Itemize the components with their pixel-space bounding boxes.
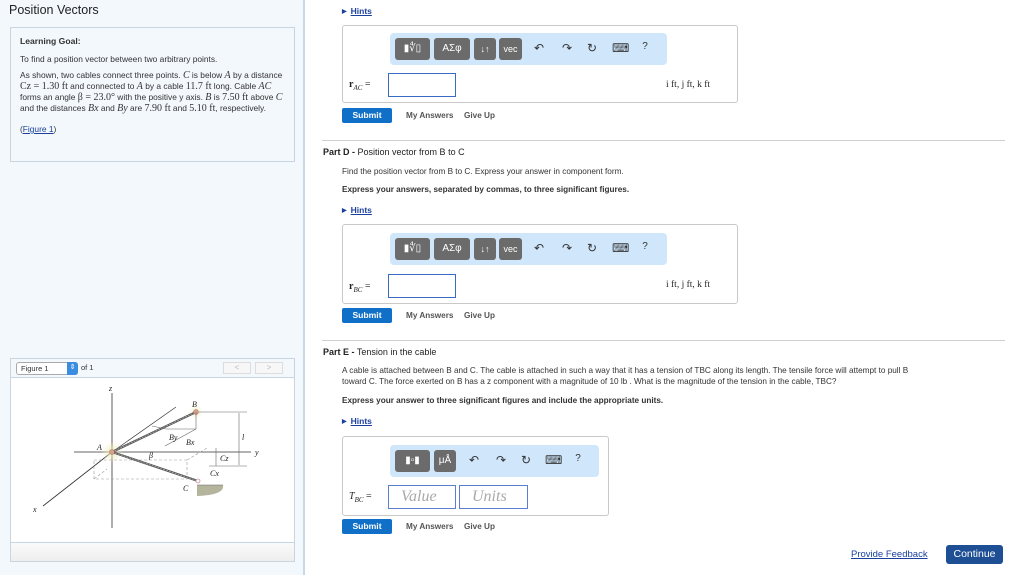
point-b-label: B [192,400,197,409]
help-icon[interactable]: ? [638,241,652,252]
part-e-answer-box: ▮▫▮ μÅ ↶ ↷ ↻ ⌨ ? TBC = Value Units [342,436,609,516]
part-c-equation-label: rAC = [349,79,371,92]
divider [322,340,1005,341]
redo-icon[interactable]: ↷ [560,241,574,255]
part-d-units: i ft, j ft, k ft [666,280,711,290]
part-d-answer-input[interactable] [388,274,456,298]
left-panel: Position Vectors Learning Goal: To find … [0,0,305,575]
part-c-submit-button[interactable]: Submit [342,108,392,123]
part-d-submit-button[interactable]: Submit [342,308,392,323]
part-e-instruction: Express your answer to three significant… [342,396,664,405]
part-e-units-toolbar: ▮▫▮ μÅ ↶ ↷ ↻ ⌨ ? [390,445,599,477]
part-c-hints-toggle[interactable]: ▶ Hints [342,6,372,16]
bx-label: Bx [186,438,195,447]
help-icon[interactable]: ? [571,453,585,464]
figure-select[interactable]: Figure 1 ⇕ [16,362,78,375]
reset-icon[interactable]: ↻ [585,41,599,55]
cx-label: Cx [210,469,219,478]
templates-button[interactable]: ▮∜▯ [395,238,430,260]
part-c-answer-input[interactable] [388,73,456,97]
divider [322,140,1005,141]
undo-icon[interactable]: ↶ [532,241,546,255]
part-d-my-answers-link[interactable]: My Answers [406,311,453,320]
l-label: l [242,433,245,442]
expand-triangle-icon: ▶ [342,208,347,214]
units-templates-button[interactable]: ▮▫▮ [395,450,430,472]
part-d-answer-box: ▮∜▯ ΑΣφ ↓↑ vec ↶ ↷ ↻ ⌨ ? rBC = i ft, j f… [342,224,738,304]
value-input[interactable]: Value [388,485,456,509]
keyboard-icon[interactable]: ⌨ [612,241,629,255]
part-d-title: Part D - Position vector from B to C [323,147,465,157]
z-axis-label: z [108,384,113,393]
keyboard-icon[interactable]: ⌨ [612,41,629,55]
reset-icon[interactable]: ↻ [519,453,533,467]
part-c-give-up-link[interactable]: Give Up [464,111,495,120]
figure-panel: Figure 1 ⇕ of 1 < > z y x A B C By Bx β … [10,358,295,562]
select-arrows-icon: ⇕ [67,362,78,375]
redo-icon[interactable]: ↷ [494,453,508,467]
part-d-equation-label: rBC = [349,281,371,294]
expand-triangle-icon: ▶ [342,419,347,425]
units-button[interactable]: μÅ [434,450,456,472]
part-e-prompt-line-2: toward C. The force exerted on B has a z… [342,377,837,386]
learning-goal-heading: Learning Goal: [20,36,81,46]
cz-label: Cz [220,454,229,463]
figure-count: of 1 [81,363,94,372]
redo-icon[interactable]: ↷ [560,41,574,55]
reset-icon[interactable]: ↻ [585,241,599,255]
undo-icon[interactable]: ↶ [532,41,546,55]
point-c-marker [195,478,201,484]
part-e-submit-button[interactable]: Submit [342,519,392,534]
part-d-hints-toggle[interactable]: ▶ Hints [342,205,372,215]
part-e-hints-toggle[interactable]: ▶ Hints [342,416,372,426]
next-figure-button[interactable]: > [255,362,283,374]
part-c-my-answers-link[interactable]: My Answers [406,111,453,120]
expand-triangle-icon: ▶ [342,9,347,15]
greek-symbols-button[interactable]: ΑΣφ [434,238,470,260]
main-content: ▶ Hints ▮∜▯ ΑΣφ ↓↑ vec ↶ ↷ ↻ ⌨ ? rAC = i … [305,0,1024,575]
part-d-instruction: Express your answers, separated by comma… [342,185,630,194]
part-e-equation-label: TBC = [349,491,372,504]
figure-panel-header: Figure 1 ⇕ of 1 < > [11,359,294,378]
beta-label: β [148,451,153,460]
part-e-title: Part E - Tension in the cable [323,347,437,357]
help-icon[interactable]: ? [638,41,652,52]
point-a-label: A [96,443,102,452]
learning-goal-body: As shown, two cables connect three point… [20,70,283,114]
undo-icon[interactable]: ↶ [467,453,481,467]
figure-diagram: z y x A B C By Bx β Cz Cx l [32,384,259,528]
vector-button[interactable]: vec [499,238,522,260]
keyboard-icon[interactable]: ⌨ [545,453,562,467]
part-d-give-up-link[interactable]: Give Up [464,311,495,320]
x-axis-label: x [32,505,37,514]
part-c-answer-box: ▮∜▯ ΑΣφ ↓↑ vec ↶ ↷ ↻ ⌨ ? rAC = i ft, j f… [342,25,738,103]
part-e-give-up-link[interactable]: Give Up [464,522,495,531]
part-c-units: i ft, j ft, k ft [666,80,711,90]
part-d-math-toolbar: ▮∜▯ ΑΣφ ↓↑ vec ↶ ↷ ↻ ⌨ ? [390,233,667,265]
units-input[interactable]: Units [459,485,528,509]
point-a-marker [109,449,115,455]
page-title: Position Vectors [9,3,99,17]
learning-goal-intro: To find a position vector between two ar… [20,54,218,64]
continue-button[interactable]: Continue [946,545,1003,564]
figure-link[interactable]: Figure 1 [23,124,54,134]
arrows-button[interactable]: ↓↑ [474,238,496,260]
part-e-my-answers-link[interactable]: My Answers [406,522,453,531]
provide-feedback-link[interactable]: Provide Feedback [851,549,928,560]
y-axis-label: y [254,448,259,457]
point-c-label: C [183,484,189,493]
part-c-math-toolbar: ▮∜▯ ΑΣφ ↓↑ vec ↶ ↷ ↻ ⌨ ? [390,33,667,65]
part-e-prompt-line-1: A cable is attached between B and C. The… [342,366,909,375]
prev-figure-button[interactable]: < [223,362,251,374]
vector-button[interactable]: vec [499,38,522,60]
arrows-button[interactable]: ↓↑ [474,38,496,60]
templates-button[interactable]: ▮∜▯ [395,38,430,60]
greek-symbols-button[interactable]: ΑΣφ [434,38,470,60]
part-d-prompt: Find the position vector from B to C. Ex… [342,167,624,176]
by-label: By [169,433,178,442]
figure-panel-footer [11,542,294,561]
learning-goal-box: Learning Goal: To find a position vector… [10,27,295,162]
